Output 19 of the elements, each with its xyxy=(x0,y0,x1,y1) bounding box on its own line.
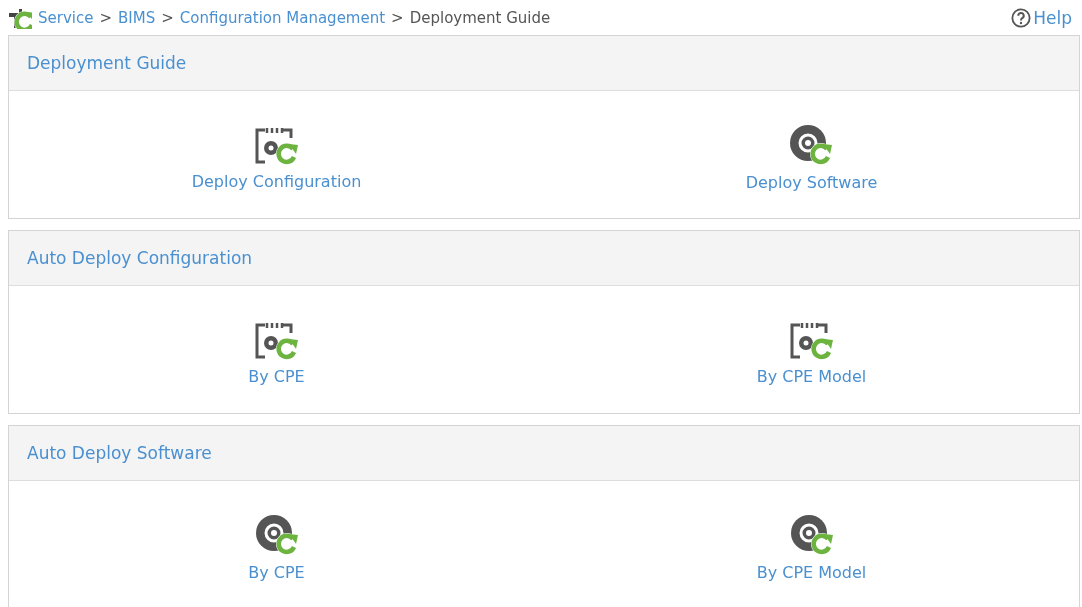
breadcrumb-separator: > xyxy=(391,8,404,27)
breadcrumb-link[interactable]: Service xyxy=(38,8,94,27)
deploy-link[interactable]: By CPE Model xyxy=(756,513,867,582)
breadcrumb-separator: > xyxy=(161,8,174,27)
deploy-link[interactable]: By CPE xyxy=(248,513,305,582)
breadcrumb-link[interactable]: Configuration Management xyxy=(179,8,386,27)
tools-refresh-icon xyxy=(8,6,32,29)
panel-title: Deployment Guide xyxy=(27,53,187,73)
panel-title: Auto Deploy Software xyxy=(27,443,212,463)
breadcrumb-current: Deployment Guide xyxy=(409,8,551,27)
deploy-link[interactable]: By CPE xyxy=(248,319,305,386)
help-link[interactable]: Help xyxy=(1011,7,1072,28)
deploy-link[interactable]: By CPE Model xyxy=(756,319,867,386)
panel-title: Auto Deploy Configuration xyxy=(27,248,253,268)
deploy-link[interactable]: Deploy Software xyxy=(745,123,878,192)
help-icon[interactable] xyxy=(1011,7,1032,28)
deploy-link[interactable]: Deploy Configuration xyxy=(191,124,362,191)
breadcrumb-separator: > xyxy=(99,8,112,27)
breadcrumb-link[interactable]: BIMS xyxy=(118,8,156,27)
